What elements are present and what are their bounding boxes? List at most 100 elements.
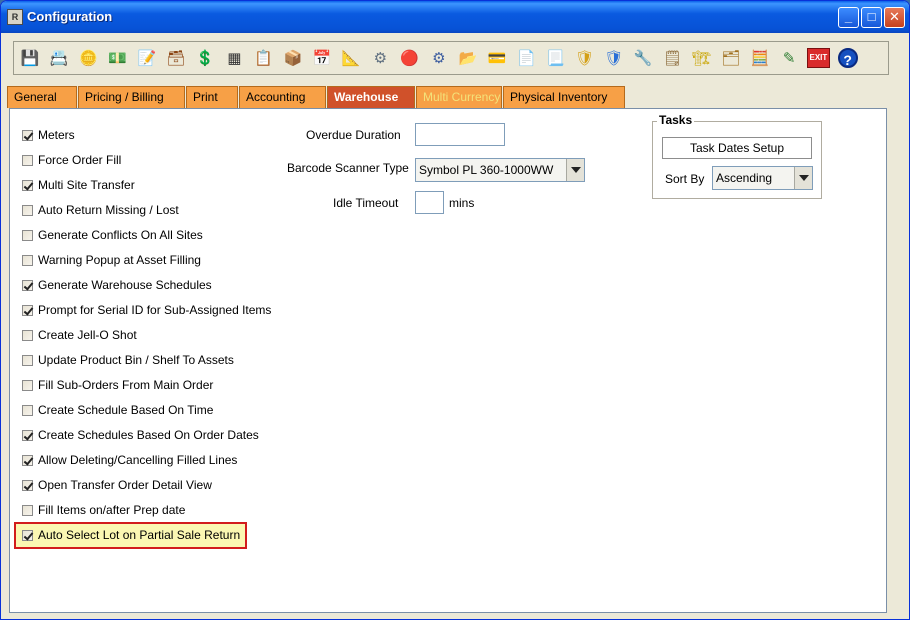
option-row[interactable]: Auto Return Missing / Lost	[22, 201, 179, 219]
option-row[interactable]: Open Transfer Order Detail View	[22, 476, 212, 494]
register-alert-icon: 🗃	[166, 49, 186, 67]
option-row[interactable]: Allow Deleting/Cancelling Filled Lines	[22, 451, 237, 469]
option-row[interactable]: Warning Popup at Asset Filling	[22, 251, 201, 269]
maximize-button[interactable]: □	[861, 7, 882, 28]
customer-alert-button[interactable]: 📇	[47, 45, 71, 71]
tab-print[interactable]: Print	[186, 86, 238, 108]
option-row[interactable]: Generate Conflicts On All Sites	[22, 226, 203, 244]
title-bar[interactable]: R Configuration _ □ ✕	[1, 1, 909, 33]
shield-tools-icon: 🛡	[575, 49, 595, 67]
exit-button[interactable]: EXIT	[806, 45, 831, 71]
card-button[interactable]: 💳	[485, 45, 509, 71]
notes-button[interactable]: 🗒	[660, 45, 684, 71]
option-label: Multi Site Transfer	[38, 178, 135, 192]
chevron-down-icon[interactable]	[794, 167, 812, 189]
chevron-down-icon[interactable]	[566, 159, 584, 181]
option-label: Create Schedule Based On Time	[38, 403, 214, 417]
option-checkbox[interactable]	[22, 204, 33, 216]
tools-button[interactable]: 🔧	[631, 45, 655, 71]
folder-gear-icon: 🗂	[721, 49, 741, 67]
color-balls-icon: 🔴	[400, 49, 419, 67]
option-checkbox[interactable]	[22, 179, 33, 191]
option-checkbox[interactable]	[22, 529, 33, 541]
tasks-group: Tasks Task Dates Setup Sort By Ascending	[652, 113, 822, 199]
barcode-scanner-type-label: Barcode Scanner Type	[287, 161, 409, 175]
save-button[interactable]: 💾	[18, 45, 42, 71]
transfer-button[interactable]: 📦	[281, 45, 305, 71]
option-checkbox[interactable]	[22, 154, 33, 166]
option-checkbox[interactable]	[22, 504, 33, 516]
color-balls-button[interactable]: 🔴	[398, 45, 422, 71]
task-dates-setup-button[interactable]: Task Dates Setup	[662, 137, 812, 159]
option-row[interactable]: Multi Site Transfer	[22, 176, 135, 194]
edit-arrows-icon: ✎	[782, 49, 796, 67]
option-row[interactable]: Force Order Fill	[22, 151, 121, 169]
tab-multi-currency: Multi Currency	[416, 86, 502, 108]
option-checkbox[interactable]	[22, 479, 33, 491]
edit-document-button[interactable]: 📝	[135, 45, 159, 71]
sort-by-select[interactable]: Ascending	[712, 166, 813, 190]
edit-arrows-button[interactable]: ✎	[777, 45, 801, 71]
option-checkbox[interactable]	[22, 354, 33, 366]
option-checkbox[interactable]	[22, 229, 33, 241]
option-row[interactable]: Create Schedule Based On Time	[22, 401, 213, 419]
option-row[interactable]: Generate Warehouse Schedules	[22, 276, 212, 294]
ruler-button[interactable]: 📐	[339, 45, 363, 71]
option-checkbox[interactable]	[22, 129, 33, 141]
option-row[interactable]: Fill Sub-Orders From Main Order	[22, 376, 213, 394]
option-label: Auto Select Lot on Partial Sale Return	[38, 528, 241, 542]
minimize-button[interactable]: _	[838, 7, 859, 28]
document-search-button[interactable]: 📃	[544, 45, 568, 71]
option-row[interactable]: Auto Select Lot on Partial Sale Return	[22, 526, 240, 544]
overdue-duration-input[interactable]	[415, 123, 505, 146]
transfer-icon: 📦	[283, 49, 303, 67]
dollar-alert-icon: 💲	[195, 49, 215, 67]
invoice-dollar-alert-button[interactable]: 💵	[106, 45, 130, 71]
settings-gear-button[interactable]: ⚙	[427, 45, 451, 71]
calculator-button[interactable]: 🧮	[748, 45, 772, 71]
option-label: Fill Sub-Orders From Main Order	[38, 378, 214, 392]
option-row[interactable]: Create Jell-O Shot	[22, 326, 137, 344]
option-row[interactable]: Fill Items on/after Prep date	[22, 501, 185, 519]
settings-gear-icon: ⚙	[432, 49, 446, 67]
coins-alert-button[interactable]: 🪙	[76, 45, 100, 71]
folder-gear-button[interactable]: 🗂	[719, 45, 743, 71]
folder-clock-button[interactable]: 📂	[456, 45, 480, 71]
register-alert-button[interactable]: 🗃	[164, 45, 188, 71]
option-row[interactable]: Create Schedules Based On Order Dates	[22, 426, 259, 444]
barcode-scanner-type-select[interactable]: Symbol PL 360-1000WW	[415, 158, 585, 182]
option-checkbox[interactable]	[22, 404, 33, 416]
option-checkbox[interactable]	[22, 379, 33, 391]
shield-tools-button[interactable]: 🛡	[573, 45, 597, 71]
document-add-button[interactable]: 📄	[514, 45, 538, 71]
calendar-button[interactable]: 📅	[310, 45, 334, 71]
option-checkbox[interactable]	[22, 329, 33, 341]
tab-pricing-billing[interactable]: Pricing / Billing	[78, 86, 185, 108]
ruler-icon: 📐	[341, 49, 361, 67]
dollar-alert-button[interactable]: 💲	[193, 45, 217, 71]
option-row[interactable]: Update Product Bin / Shelf To Assets	[22, 351, 234, 369]
close-button[interactable]: ✕	[884, 7, 905, 28]
help-button[interactable]: ?	[836, 45, 860, 71]
option-row[interactable]: Meters	[22, 126, 75, 144]
crane-button[interactable]: 🏗	[690, 45, 714, 71]
shield-button[interactable]: 🛡	[602, 45, 626, 71]
option-checkbox[interactable]	[22, 429, 33, 441]
tab-general[interactable]: General	[7, 86, 77, 108]
save-icon: 💾	[20, 49, 40, 67]
grid-alert-button[interactable]: ▦	[222, 45, 246, 71]
calculator-icon: 🧮	[750, 49, 770, 67]
list-alert-button[interactable]: 📋	[252, 45, 276, 71]
tab-physical-inventory[interactable]: Physical Inventory	[503, 86, 625, 108]
tasks-group-title: Tasks	[657, 113, 695, 127]
option-checkbox[interactable]	[22, 454, 33, 466]
idle-timeout-input[interactable]	[415, 191, 444, 214]
option-checkbox[interactable]	[22, 304, 33, 316]
option-checkbox[interactable]	[22, 254, 33, 266]
option-checkbox[interactable]	[22, 279, 33, 291]
tab-warehouse[interactable]: Warehouse	[327, 86, 415, 108]
option-row[interactable]: Prompt for Serial ID for Sub-Assigned It…	[22, 301, 271, 319]
tab-accounting[interactable]: Accounting	[239, 86, 326, 108]
notes-icon: 🗒	[662, 49, 682, 67]
gears-button[interactable]: ⚙	[368, 45, 392, 71]
